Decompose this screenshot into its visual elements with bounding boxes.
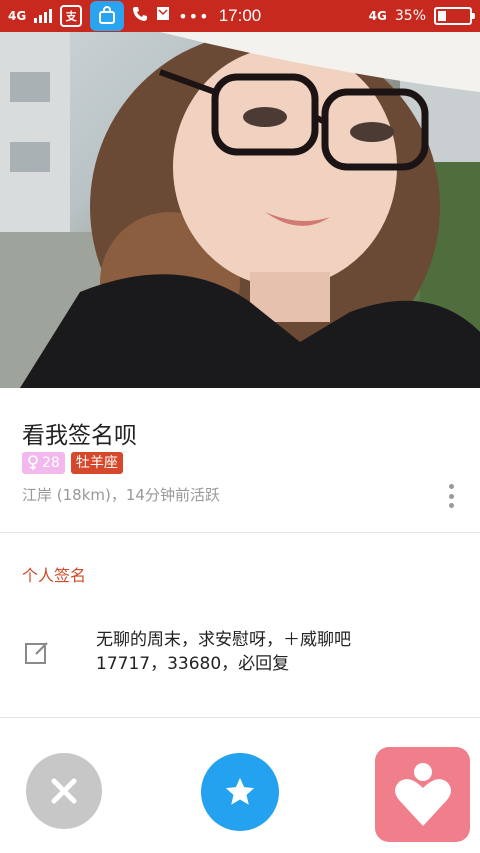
- signature-line-1: 无聊的周末，求安慰呀，＋威聊吧: [96, 630, 351, 650]
- location-activity: 江岸 (18km)，14分钟前活跃: [22, 486, 220, 504]
- female-icon: [28, 455, 38, 470]
- heart-person-icon: [394, 762, 451, 826]
- status-left: 4G 支 •••: [8, 1, 210, 31]
- status-right: 4G 35%: [368, 7, 475, 25]
- more-dots-icon: •••: [178, 6, 210, 26]
- phone-icon: [132, 6, 148, 26]
- profile-badges: 28 牡羊座: [22, 452, 123, 474]
- signal-icon: [34, 9, 53, 23]
- alipay-icon: 支: [60, 5, 83, 27]
- profile-info: 看我签名呗 28 牡羊座 江岸 (18km)，14分钟前活跃: [0, 388, 480, 533]
- close-icon: [51, 778, 77, 804]
- battery-icon: [434, 7, 475, 25]
- signature-title: 个人签名: [22, 566, 87, 585]
- profile-photo-illustration: [0, 32, 480, 388]
- profile-name: 看我签名呗: [22, 423, 137, 449]
- edit-icon: [24, 640, 50, 666]
- signature-line-2: 17717，33680，必回复: [96, 654, 290, 674]
- signature-text: 无聊的周末，求安慰呀，＋威聊吧 17717，33680，必回复: [96, 628, 416, 676]
- network-type-right: 4G: [368, 9, 387, 23]
- star-icon: [225, 777, 255, 805]
- like-button[interactable]: [375, 747, 470, 842]
- battery-percent: 35%: [394, 8, 426, 24]
- dislike-button[interactable]: [26, 753, 102, 829]
- more-options-icon[interactable]: [444, 482, 458, 510]
- favorite-button[interactable]: [201, 753, 279, 831]
- status-time: 17:00: [218, 6, 262, 25]
- network-type-left: 4G: [8, 9, 27, 23]
- zodiac-badge: 牡羊座: [70, 452, 123, 474]
- profile-photo[interactable]: [0, 32, 480, 388]
- age-value: 28: [42, 455, 60, 471]
- signature-section: 个人签名 无聊的周末，求安慰呀，＋威聊吧 17717，33680，必回复: [0, 534, 480, 718]
- status-bar: 4G 支 ••• 17:00 4G 35%: [0, 0, 480, 32]
- age-badge: 28: [22, 452, 65, 474]
- vivo-store-icon: [90, 1, 125, 31]
- message-icon: [156, 6, 170, 26]
